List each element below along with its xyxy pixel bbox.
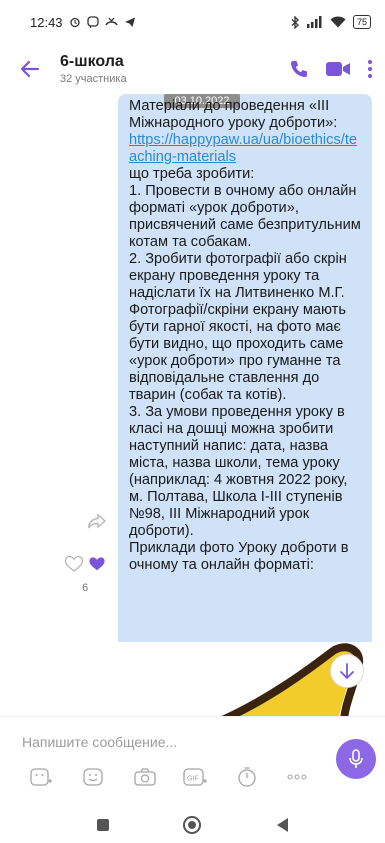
message-link[interactable]: https://happypaw.ua/ua/bioethics/teachin… [129, 132, 357, 165]
like-count: 6 [82, 582, 89, 594]
emoji-button[interactable] [80, 765, 106, 789]
status-time: 12:43 [30, 14, 63, 30]
camera-button[interactable] [132, 765, 158, 789]
back-nav-icon[interactable] [275, 817, 289, 833]
heart-outline-icon[interactable] [64, 555, 84, 573]
message-intro: Матеріали до проведення «III Міжнародног… [129, 98, 338, 131]
more-options-button[interactable] [284, 765, 310, 789]
back-button[interactable] [0, 44, 60, 94]
message-input[interactable] [22, 729, 322, 755]
more-icon[interactable] [367, 59, 373, 79]
back-arrow-icon [20, 60, 40, 78]
gif-icon: GIF [183, 768, 207, 786]
message-bubble[interactable]: Матеріали до проведення «III Міжнародног… [118, 94, 372, 716]
participants-count: 32 участника [60, 73, 127, 85]
mic-button[interactable] [336, 739, 376, 779]
sticker-button[interactable] [28, 765, 54, 789]
recents-icon[interactable] [96, 818, 110, 832]
chat-header: 6-школа 32 участника [0, 44, 385, 94]
mic-icon [349, 749, 363, 768]
more-dots-icon [287, 774, 307, 780]
arrow-down-icon [340, 663, 354, 680]
wifi-icon [330, 16, 346, 28]
viber-status-icon [86, 16, 99, 28]
reaction-row [64, 553, 112, 575]
chat-title-block[interactable]: 6-школа 32 участника [60, 53, 289, 85]
sticker-icon [30, 768, 52, 786]
emoji-icon [83, 768, 103, 786]
share-icon [87, 513, 107, 529]
bluetooth-icon [291, 15, 299, 29]
heart-filled-icon[interactable] [88, 556, 106, 572]
gif-button[interactable]: GIF [182, 765, 208, 789]
battery-indicator: 75 [352, 15, 371, 29]
phone-icon[interactable] [289, 59, 309, 79]
chat-area[interactable]: Матеріали до проведення «III Міжнародног… [0, 94, 385, 716]
status-left: 12:43 [30, 15, 136, 30]
composer: GIF [0, 716, 385, 806]
message-body: що треба зробити: 1. Провести в очному а… [129, 166, 361, 573]
scroll-down-button[interactable] [330, 654, 364, 688]
chat-title: 6-школа [60, 53, 124, 70]
timer-icon [238, 767, 256, 787]
system-nav-bar [0, 806, 385, 843]
svg-text:GIF: GIF [187, 776, 199, 783]
status-right: 75 [291, 15, 371, 29]
header-actions [289, 59, 385, 79]
missed-call-icon [104, 17, 118, 26]
home-icon[interactable] [182, 815, 202, 835]
telegram-status-icon [124, 17, 135, 27]
signal-icon [306, 16, 322, 28]
timer-button[interactable] [234, 765, 260, 789]
video-icon[interactable] [325, 60, 351, 78]
camera-icon [134, 768, 156, 786]
share-button[interactable] [82, 506, 112, 536]
alarm-icon [69, 17, 80, 28]
status-bar: 12:43 75 [0, 0, 385, 44]
message-text: Матеріали до проведення «III Міжнародног… [129, 98, 362, 574]
